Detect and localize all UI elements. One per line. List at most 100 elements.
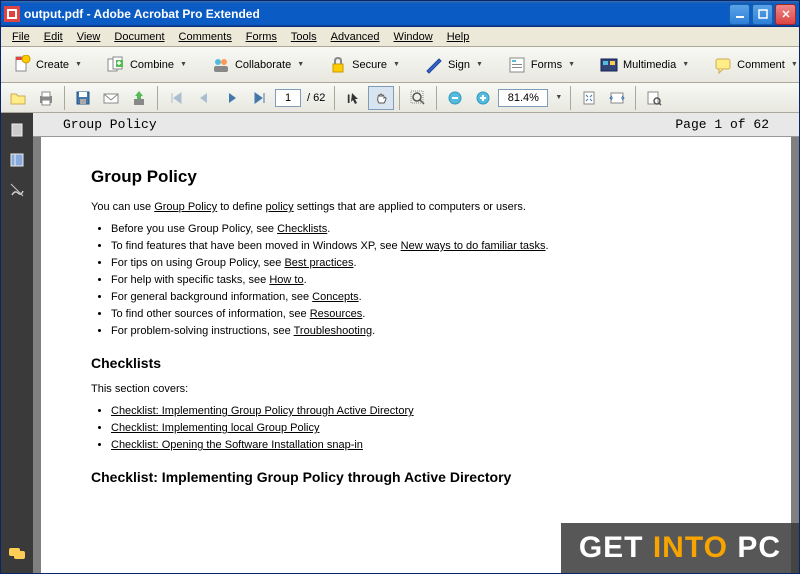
print-button[interactable] <box>33 86 59 110</box>
page-total-label: / 62 <box>303 92 329 104</box>
pdf-page: Group Policy You can use Group Policy to… <box>41 137 791 573</box>
sign-label: Sign <box>448 59 470 71</box>
menu-advanced[interactable]: Advanced <box>324 29 387 45</box>
forms-button[interactable]: Forms▼ <box>500 51 582 79</box>
doc-heading-2: Checklists <box>91 355 741 371</box>
comment-button[interactable]: Comment▼ <box>706 51 800 79</box>
menu-forms[interactable]: Forms <box>239 29 284 45</box>
window-controls <box>729 4 796 25</box>
secure-button[interactable]: Secure▼ <box>321 51 407 79</box>
zoom-out-button[interactable] <box>442 86 468 110</box>
titlebar[interactable]: output.pdf - Adobe Acrobat Pro Extended <box>1 1 799 27</box>
fit-page-button[interactable] <box>576 86 602 110</box>
list-item: For help with specific tasks, see How to… <box>111 274 741 286</box>
email-button[interactable] <box>98 86 124 110</box>
svg-text:I: I <box>347 92 350 106</box>
link-policy[interactable]: policy <box>266 201 294 213</box>
zoom-input[interactable] <box>498 89 548 107</box>
pages-panel-button[interactable] <box>7 121 27 139</box>
menu-window[interactable]: Window <box>387 29 440 45</box>
maximize-button[interactable] <box>752 4 773 25</box>
list-item: To find other sources of information, se… <box>111 308 741 320</box>
find-button[interactable] <box>641 86 667 110</box>
list-item: Checklist: Implementing Group Policy thr… <box>111 405 741 417</box>
lock-icon <box>328 55 348 75</box>
collaborate-label: Collaborate <box>235 59 291 71</box>
comment-icon <box>713 55 733 75</box>
create-label: Create <box>36 59 69 71</box>
fit-width-button[interactable] <box>604 86 630 110</box>
link-resources[interactable]: Resources <box>310 308 363 320</box>
upload-button[interactable] <box>126 86 152 110</box>
page-header: Group Policy Page 1 of 62 <box>33 113 799 137</box>
multimedia-label: Multimedia <box>623 59 676 71</box>
page-indicator: Page 1 of 62 <box>675 117 769 132</box>
next-page-button[interactable] <box>219 86 245 110</box>
list-item: Checklist: Implementing local Group Poli… <box>111 422 741 434</box>
text-select-tool[interactable]: I <box>340 86 366 110</box>
sign-button[interactable]: Sign▼ <box>417 51 490 79</box>
doc-heading-1: Group Policy <box>91 167 741 187</box>
page-number-input[interactable] <box>275 89 301 107</box>
covers-paragraph: This section covers: <box>91 383 741 395</box>
multimedia-button[interactable]: Multimedia▼ <box>592 51 696 79</box>
hand-tool[interactable] <box>368 86 394 110</box>
navigation-pane <box>1 113 33 573</box>
signatures-panel-button[interactable] <box>7 181 27 199</box>
marquee-zoom-button[interactable] <box>405 86 431 110</box>
combine-label: Combine <box>130 59 174 71</box>
comment-label: Comment <box>737 59 785 71</box>
last-page-button[interactable] <box>247 86 273 110</box>
link-how-to[interactable]: How to <box>269 274 303 286</box>
window-title: output.pdf - Adobe Acrobat Pro Extended <box>24 7 729 21</box>
running-head: Group Policy <box>63 117 675 132</box>
content-area: Group Policy Page 1 of 62 Group Policy Y… <box>1 113 799 573</box>
comments-panel-button[interactable] <box>7 545 27 563</box>
prev-page-button[interactable] <box>191 86 217 110</box>
pen-icon <box>424 55 444 75</box>
forms-label: Forms <box>531 59 562 71</box>
document-view[interactable]: Group Policy Page 1 of 62 Group Policy Y… <box>33 113 799 573</box>
list-item: For tips on using Group Policy, see Best… <box>111 257 741 269</box>
link-checklist-local[interactable]: Checklist: Implementing local Group Poli… <box>111 422 319 434</box>
list-item: Before you use Group Policy, see Checkli… <box>111 223 741 235</box>
collaborate-button[interactable]: Collaborate▼ <box>204 51 311 79</box>
menu-help[interactable]: Help <box>440 29 477 45</box>
open-button[interactable] <box>5 86 31 110</box>
bookmarks-panel-button[interactable] <box>7 151 27 169</box>
tasks-toolbar: Create▼ Combine▼ Collaborate▼ Secure▼ Si… <box>1 47 799 83</box>
intro-paragraph: You can use Group Policy to define polic… <box>91 201 741 213</box>
list-item: For problem-solving instructions, see Tr… <box>111 325 741 337</box>
menu-bar: File Edit View Document Comments Forms T… <box>1 27 799 47</box>
minimize-button[interactable] <box>729 4 750 25</box>
link-checklist-ad[interactable]: Checklist: Implementing Group Policy thr… <box>111 405 414 417</box>
file-toolbar: / 62 I ▼ <box>1 83 799 113</box>
menu-file[interactable]: File <box>5 29 37 45</box>
forms-icon <box>507 55 527 75</box>
multimedia-icon <box>599 55 619 75</box>
link-best-practices[interactable]: Best practices <box>284 257 353 269</box>
app-icon <box>4 6 20 22</box>
menu-document[interactable]: Document <box>107 29 171 45</box>
zoom-in-button[interactable] <box>470 86 496 110</box>
collaborate-icon <box>211 55 231 75</box>
first-page-button[interactable] <box>163 86 189 110</box>
link-new-ways[interactable]: New ways to do familiar tasks <box>401 240 546 252</box>
link-checklist-snapin[interactable]: Checklist: Opening the Software Installa… <box>111 439 363 451</box>
close-button[interactable] <box>775 4 796 25</box>
combine-button[interactable]: Combine▼ <box>99 51 194 79</box>
link-group-policy[interactable]: Group Policy <box>154 201 217 213</box>
link-troubleshooting[interactable]: Troubleshooting <box>294 325 372 337</box>
link-concepts[interactable]: Concepts <box>312 291 358 303</box>
link-checklists[interactable]: Checklists <box>277 223 327 235</box>
menu-comments[interactable]: Comments <box>172 29 239 45</box>
create-button[interactable]: Create▼ <box>5 51 89 79</box>
intro-list: Before you use Group Policy, see Checkli… <box>111 223 741 337</box>
save-button[interactable] <box>70 86 96 110</box>
menu-view[interactable]: View <box>70 29 108 45</box>
combine-icon <box>106 55 126 75</box>
menu-tools[interactable]: Tools <box>284 29 324 45</box>
menu-edit[interactable]: Edit <box>37 29 70 45</box>
app-window: output.pdf - Adobe Acrobat Pro Extended … <box>0 0 800 574</box>
list-item: To find features that have been moved in… <box>111 240 741 252</box>
